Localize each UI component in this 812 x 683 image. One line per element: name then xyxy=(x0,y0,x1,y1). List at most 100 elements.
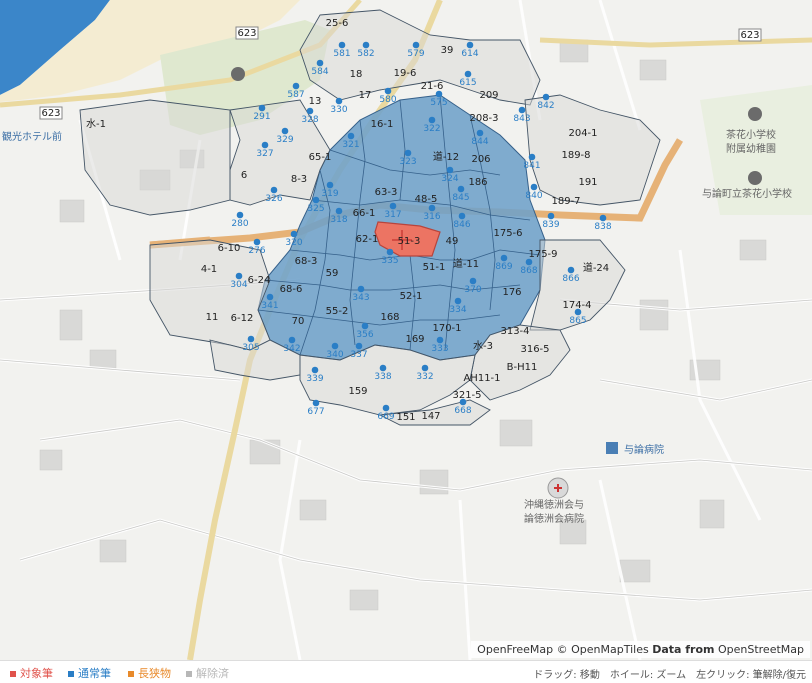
survey-point-marker[interactable] xyxy=(386,248,394,256)
map-layer[interactable]: 623 623 623 観光ホテル前 茶花小学校 附属幼稚園 与論町立茶花小学校… xyxy=(0,0,812,660)
survey-point-number: 328 xyxy=(301,115,318,125)
survey-point-marker[interactable] xyxy=(500,254,508,262)
survey-point-marker[interactable] xyxy=(316,59,324,67)
survey-point-marker[interactable] xyxy=(247,335,255,343)
survey-point-marker[interactable] xyxy=(362,41,370,49)
survey-point-marker[interactable] xyxy=(312,399,320,407)
parcel-label: 道-11 xyxy=(453,257,479,270)
survey-point-marker[interactable] xyxy=(458,212,466,220)
survey-point-marker[interactable] xyxy=(518,106,526,114)
survey-point-marker[interactable] xyxy=(599,214,607,222)
survey-point-number: 581 xyxy=(333,49,350,59)
parcel-label: 189-8 xyxy=(561,150,590,161)
parcel-label: 18 xyxy=(350,69,363,80)
survey-point-marker[interactable] xyxy=(412,41,420,49)
survey-point-marker[interactable] xyxy=(530,183,538,191)
survey-point-marker[interactable] xyxy=(331,342,339,350)
parcel-label: 191 xyxy=(578,177,597,188)
parcel-label: 49 xyxy=(446,236,459,247)
road-badge-2: 623 xyxy=(41,108,60,119)
survey-point-marker[interactable] xyxy=(270,186,278,194)
survey-point-number: 304 xyxy=(230,280,247,290)
survey-point-number: 337 xyxy=(350,350,367,360)
survey-point-marker[interactable] xyxy=(355,342,363,350)
survey-point-marker[interactable] xyxy=(361,322,369,330)
survey-point-marker[interactable] xyxy=(457,185,465,193)
survey-point-marker[interactable] xyxy=(236,211,244,219)
survey-point-marker[interactable] xyxy=(421,364,429,372)
legend-target-label: 対象筆 xyxy=(20,667,53,680)
survey-point-marker[interactable] xyxy=(466,41,474,49)
survey-point-marker[interactable] xyxy=(404,149,412,157)
survey-point-marker[interactable] xyxy=(428,116,436,124)
legend-long-swatch xyxy=(128,671,134,677)
survey-point-number: 579 xyxy=(407,49,424,59)
survey-point-marker[interactable] xyxy=(266,293,274,301)
legend-normal-label: 通常筆 xyxy=(78,667,111,680)
survey-point-marker[interactable] xyxy=(379,364,387,372)
survey-point-number: 318 xyxy=(330,215,347,225)
survey-point-number: 335 xyxy=(381,256,398,266)
survey-point-marker[interactable] xyxy=(454,297,462,305)
survey-point-marker[interactable] xyxy=(567,266,575,274)
parcel-label: 16-1 xyxy=(371,119,394,130)
parcel-label: 170-1 xyxy=(432,323,461,334)
parcel-label: 313-4 xyxy=(500,326,529,337)
survey-point-number: 587 xyxy=(287,90,304,100)
survey-point-marker[interactable] xyxy=(435,90,443,98)
parcel-label: AH11-1 xyxy=(463,373,500,384)
parcel-label: 道-12 xyxy=(433,150,459,163)
survey-point-marker[interactable] xyxy=(292,82,300,90)
parcel-label: 63-3 xyxy=(375,187,398,198)
survey-point-marker[interactable] xyxy=(389,202,397,210)
survey-point-marker[interactable] xyxy=(382,404,390,412)
clinic-label-1: 沖縄徳洲会与 xyxy=(524,498,584,511)
survey-point-marker[interactable] xyxy=(528,153,536,161)
parcel-label: 70 xyxy=(292,316,305,327)
survey-point-marker[interactable] xyxy=(290,230,298,238)
survey-point-marker[interactable] xyxy=(311,366,319,374)
survey-point-marker[interactable] xyxy=(525,258,533,266)
parcel-label: 209 xyxy=(479,90,498,101)
survey-point-marker[interactable] xyxy=(476,129,484,137)
survey-point-marker[interactable] xyxy=(235,272,243,280)
survey-point-number: 839 xyxy=(542,220,559,230)
parcel-label: 道-24 xyxy=(583,261,609,274)
survey-point-marker[interactable] xyxy=(347,132,355,140)
survey-point-marker[interactable] xyxy=(312,196,320,204)
survey-point-marker[interactable] xyxy=(338,41,346,49)
survey-point-marker[interactable] xyxy=(464,70,472,78)
survey-point-marker[interactable] xyxy=(357,285,365,293)
survey-point-marker[interactable] xyxy=(574,308,582,316)
survey-point-marker[interactable] xyxy=(547,212,555,220)
parcel-label: 25-6 xyxy=(326,18,349,29)
survey-point-marker[interactable] xyxy=(436,336,444,344)
survey-point-marker[interactable] xyxy=(253,238,261,246)
survey-point-marker[interactable] xyxy=(384,87,392,95)
survey-point-marker[interactable] xyxy=(446,166,454,174)
survey-point-marker[interactable] xyxy=(335,207,343,215)
parcel-label: 6-10 xyxy=(218,243,241,254)
survey-point-marker[interactable] xyxy=(258,104,266,112)
survey-point-marker[interactable] xyxy=(261,141,269,149)
map-canvas[interactable]: 623 623 623 観光ホテル前 茶花小学校 附属幼稚園 与論町立茶花小学校… xyxy=(0,0,812,660)
survey-point-marker[interactable] xyxy=(459,398,467,406)
legend-bar: 対象筆 通常筆 長狭物 解除済 ドラッグ: 移動 ホイール: ズーム 左クリック… xyxy=(0,660,812,683)
hospital-icon xyxy=(606,442,618,454)
survey-point-number: 844 xyxy=(471,137,488,147)
survey-point-marker[interactable] xyxy=(326,181,334,189)
survey-point-marker[interactable] xyxy=(469,277,477,285)
survey-point-marker[interactable] xyxy=(542,93,550,101)
survey-point-number: 865 xyxy=(569,316,586,326)
survey-point-marker[interactable] xyxy=(281,127,289,135)
parcel-label: 175-6 xyxy=(493,228,522,239)
survey-point-number: 334 xyxy=(449,305,466,315)
survey-point-marker[interactable] xyxy=(335,97,343,105)
parcel-label: 204-1 xyxy=(568,128,597,139)
clinic-label-2: 論徳洲会病院 xyxy=(524,512,584,525)
survey-point-marker[interactable] xyxy=(306,107,314,115)
survey-point-number: 843 xyxy=(513,114,530,124)
road-badge-3: 623 xyxy=(740,30,759,41)
survey-point-marker[interactable] xyxy=(428,204,436,212)
survey-point-marker[interactable] xyxy=(288,336,296,344)
